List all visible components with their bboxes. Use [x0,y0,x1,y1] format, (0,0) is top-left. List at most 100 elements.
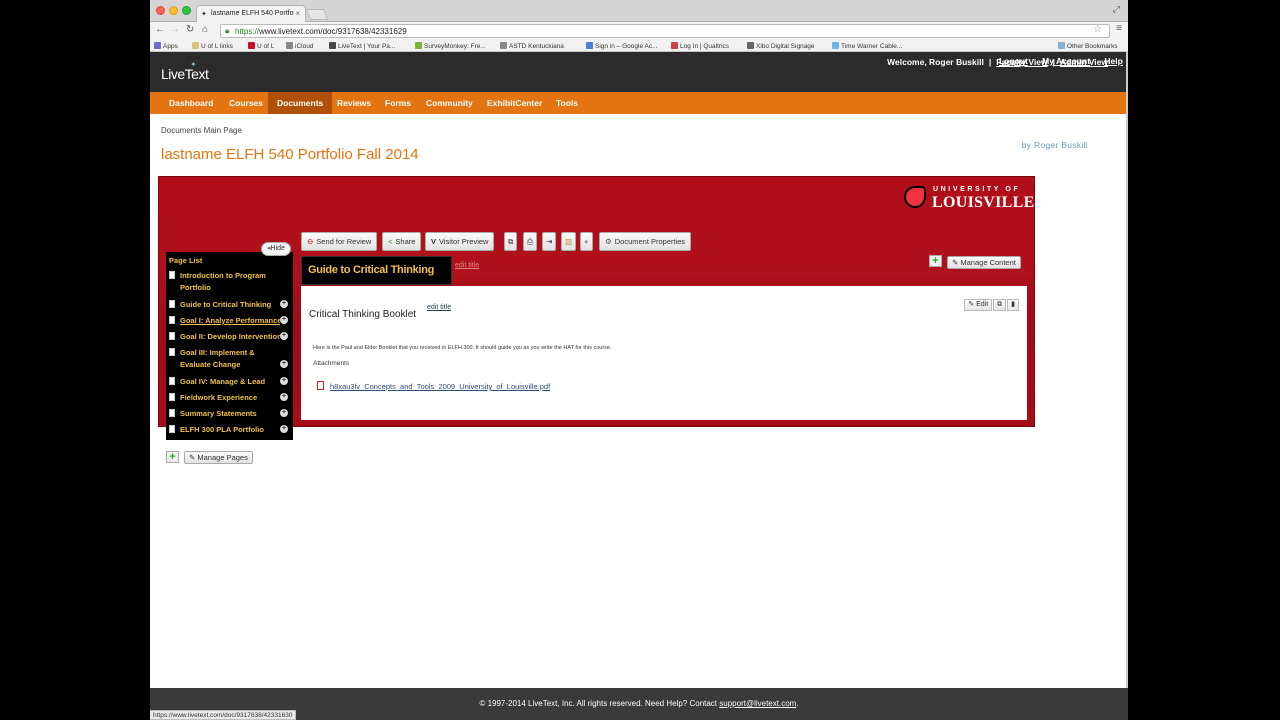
attachment-link[interactable]: h8xau3lv_Concepts_and_Tools_2009_Univers… [317,381,550,391]
page-icon [169,300,175,308]
document-properties-button[interactable]: ⚙ Document Properties [599,232,692,251]
nav-documents[interactable]: Documents [268,92,333,114]
page-list-item[interactable]: Goal II: Develop Intervention + [169,331,291,343]
surveymonkey-icon [415,42,422,49]
nav-forms[interactable]: Forms [376,92,420,114]
copy-section-button[interactable]: ⧉ [993,299,1007,311]
expand-page-icon[interactable]: + [280,332,288,340]
bookmark-item[interactable]: Time Warner Cable... [832,42,902,50]
bookmark-item[interactable]: Log In | Qualtrics [671,42,729,50]
minimize-window-button[interactable] [169,6,178,15]
browser-status-bar: https://www.livetext.com/doc/9317638/423… [150,710,297,720]
close-tab-icon[interactable]: × [295,9,300,18]
page-list-item[interactable]: Guide to Critical Thinking + [169,299,291,311]
fullscreen-icon[interactable]: ⤢ [1113,4,1120,15]
bookmark-item[interactable]: LiveText | Your Pa... [329,42,395,50]
support-email-link[interactable]: support@livetext.com [719,699,796,708]
nav-reviews[interactable]: Reviews [328,92,380,114]
visitor-preview-icon: V [431,237,437,246]
visitor-preview-button[interactable]: V Visitor Preview [425,232,495,251]
share-icon: < [388,237,393,246]
manage-pages-button[interactable]: ✎ Manage Pages [184,451,253,464]
edit-section-button[interactable]: ✎ Edit [964,299,993,311]
zoom-window-button[interactable] [182,6,191,15]
new-tab-button[interactable] [305,9,329,20]
attachments-label: Attachments [313,360,350,367]
back-icon[interactable]: ← [155,24,165,35]
edit-page-title-link[interactable]: edit title [455,262,479,269]
livetext-logo[interactable]: LiveText [161,66,209,82]
share-button[interactable]: < Share [382,232,422,251]
expand-page-icon[interactable]: + [280,377,288,385]
page-icon [169,332,175,340]
expand-page-icon[interactable]: + [280,316,288,324]
print-button[interactable]: ⎙ [523,232,537,251]
browser-window: ✦ lastname ELFH 540 Portfo × ⤢ ← → ↻ ⌂ 🔒… [150,0,1128,720]
bookmark-item[interactable]: U of L [248,42,274,50]
nav-community[interactable]: Community [417,92,482,114]
expand-page-icon[interactable]: + [280,425,288,433]
page-list-item[interactable]: ELFH 300 PLA Portfolio + [169,424,291,436]
reload-icon[interactable]: ↻ [186,24,194,35]
copy-button[interactable]: ⧉ [504,232,518,251]
lock-icon: 🔒︎ [225,26,230,35]
logo-mark-icon: ✦ [190,60,197,69]
nav-courses[interactable]: Courses [220,92,272,114]
hide-page-list-button[interactable]: ◂Hide [261,242,291,256]
bookmark-item[interactable]: SurveyMonkey: Fre... [415,42,486,50]
bookmark-item[interactable]: U of L links [192,42,233,50]
add-page-button[interactable]: + [166,451,179,463]
export-button[interactable]: ⇥ [542,232,557,251]
expand-page-icon[interactable]: + [280,360,288,368]
expand-page-icon[interactable]: + [280,393,288,401]
add-content-button[interactable]: + [929,255,942,267]
home-icon[interactable]: ⌂ [202,24,208,35]
trash-icon: ▮ [1011,301,1015,308]
nav-exhibitcenter[interactable]: ExhibitCenter [478,92,551,114]
options-button[interactable]: ● [580,232,593,251]
breadcrumb[interactable]: Documents Main Page [161,126,242,135]
my-account-link[interactable]: My Account [1042,56,1090,66]
page-icon [169,393,175,401]
apps-grid-icon [154,42,161,49]
forward-icon[interactable]: → [170,24,180,35]
logout-link[interactable]: Logout [999,56,1028,66]
manage-content-button[interactable]: ✎ Manage Content [947,256,1021,269]
page-list-item[interactable]: Summary Statements + [169,408,291,420]
delete-section-button[interactable]: ▮ [1007,299,1019,311]
nav-tools[interactable]: Tools [547,92,587,114]
page-list-item[interactable]: Goal I: Analyze Performance + [169,315,291,327]
edit-section-title-link[interactable]: edit title [427,304,451,311]
page-list-item[interactable]: Goal IV: Manage & Lead + [169,376,291,388]
gear-icon: ⚙ [605,237,612,246]
bookmark-item[interactable]: iCloud [286,42,313,50]
send-for-review-button[interactable]: ⊖ Send for Review [301,232,378,251]
help-link[interactable]: Help [1104,56,1122,66]
stats-button[interactable]: ▥ [561,232,577,251]
welcome-text: Welcome, Roger Buskill [887,57,984,67]
bookmark-item[interactable]: Other Bookmarks [1058,42,1118,50]
url-scheme: https:// [235,27,260,36]
page-list-item[interactable]: Goal III: Implement & Evaluate Change + [169,347,291,371]
tab-title: lastname ELFH 540 Portfo [211,10,294,17]
address-bar[interactable]: 🔒︎ https://www.livetext.com/doc/9317638/4… [220,24,1110,38]
livetext-favicon-icon: ✦ [201,11,207,18]
menu-icon[interactable]: ≡ [1116,23,1122,34]
bookmark-item[interactable]: Xibo Digital Signage [747,42,815,50]
page-list-item[interactable]: Introduction to Program Portfolio [169,270,291,294]
bookmark-item[interactable]: Apps [154,42,178,50]
university-of-label: UNIVERSITY OF [933,186,1021,193]
expand-page-icon[interactable]: + [280,409,288,417]
browser-tab[interactable]: ✦ lastname ELFH 540 Portfo × [196,5,306,22]
folder-icon [1058,42,1065,49]
bookmark-item[interactable]: Sign in – Google Ac... [586,42,658,50]
nav-dashboard[interactable]: Dashboard [160,92,222,114]
bookmarks-bar: Apps U of L links U of L iCloud LiveText… [150,39,1128,52]
scrollbar[interactable] [1126,52,1128,688]
close-window-button[interactable] [156,6,165,15]
bookmark-item[interactable]: ASTD Kentuckiana [500,42,564,50]
browser-toolbar: ← → ↻ ⌂ 🔒︎ https://www.livetext.com/doc/9… [150,22,1128,39]
expand-page-icon[interactable]: + [280,300,288,308]
bookmark-star-icon[interactable]: ☆ [1093,24,1102,35]
page-list-item[interactable]: Fieldwork Experience + [169,392,291,404]
